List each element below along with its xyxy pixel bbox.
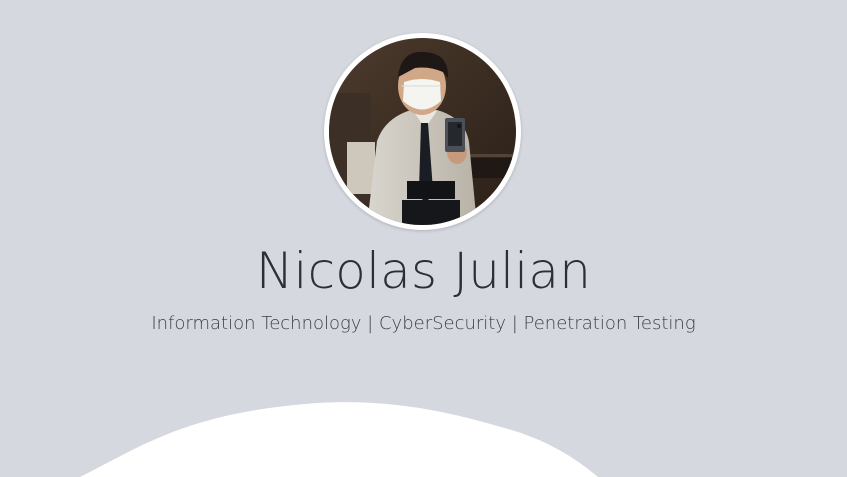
avatar — [329, 38, 516, 225]
avatar-frame — [324, 33, 521, 230]
wave-divider — [80, 402, 598, 477]
profile-hero: Nicolas Julian Information Technology | … — [0, 0, 847, 477]
profile-tagline: Information Technology | CyberSecurity |… — [151, 313, 696, 334]
profile-name: Nicolas Julian — [255, 242, 592, 300]
